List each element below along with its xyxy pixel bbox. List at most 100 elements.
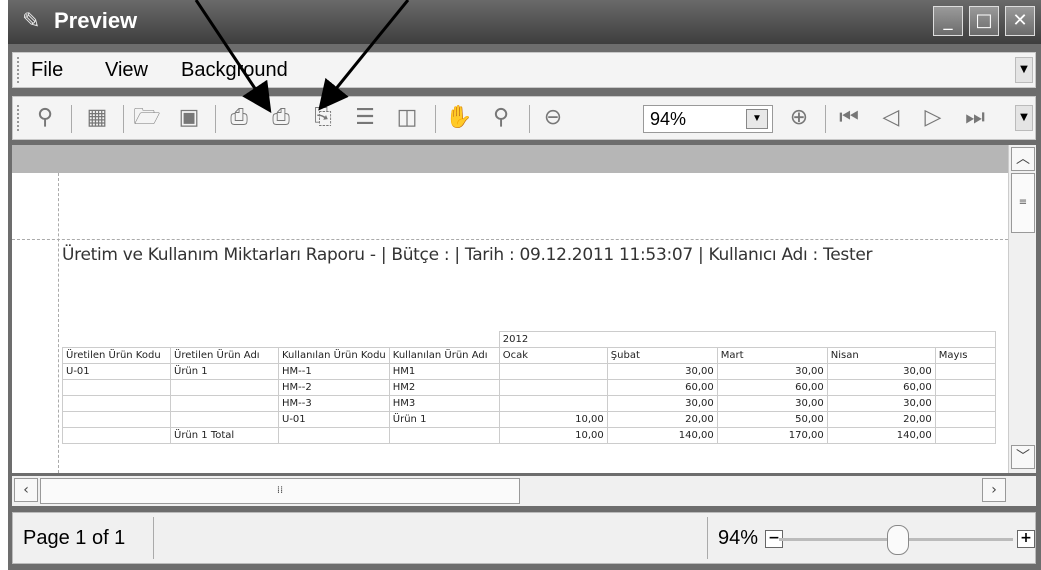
next-page-icon[interactable]: ▷: [917, 103, 949, 133]
scroll-down-icon[interactable]: ﹀: [1011, 445, 1035, 469]
cell: [62, 427, 171, 444]
save-icon[interactable]: ▣: [173, 103, 205, 133]
cell: [934, 427, 996, 444]
cell: HM--3: [278, 395, 390, 412]
menu-background[interactable]: Background: [181, 59, 288, 82]
menu-bar: File View Background ▼: [12, 52, 1036, 88]
maximize-button[interactable]: □: [969, 6, 999, 36]
minimize-button[interactable]: _: [933, 6, 963, 36]
scroll-left-icon[interactable]: ‹: [14, 478, 38, 502]
cell: HM1: [388, 363, 500, 380]
menu-view[interactable]: View: [105, 59, 148, 82]
cell: [934, 411, 996, 428]
chevron-down-icon[interactable]: ▼: [746, 109, 768, 129]
cell: [498, 363, 608, 380]
table-row: HM--2 HM2 60,00 60,00 60,00: [62, 379, 996, 396]
zoom-out-icon[interactable]: ⊖: [537, 103, 569, 133]
cell: [278, 427, 390, 444]
cell: [498, 379, 608, 396]
toolbar: ⚲ ▦ 🗁 ▣ ⎙ ⎙ ⎘ ☰ ◫ ✋ ⚲ ⊖ 94% ▼ ⊕ ⏮ ◁ ▷ ⏭ …: [12, 96, 1036, 140]
document-header-area: [12, 145, 1008, 173]
report-title: Üretim ve Kullanım Miktarları Raporu - |…: [62, 245, 873, 265]
scale-icon[interactable]: ◫: [391, 103, 423, 133]
vertical-scrollbar[interactable]: ︿ ≡ ﹀: [1008, 145, 1036, 473]
cell: HM--2: [278, 379, 390, 396]
table-total-row: Ürün 1 Total 10,00 140,00 170,00 140,00: [62, 427, 996, 444]
cell: [62, 395, 171, 412]
table-header: Nisan: [826, 347, 936, 364]
first-page-icon[interactable]: ⏮: [833, 103, 865, 133]
cell: [388, 427, 500, 444]
cell: 30,00: [716, 363, 828, 380]
cell: U-01: [62, 363, 171, 380]
year-header: 2012: [498, 331, 996, 348]
scroll-up-icon[interactable]: ︿: [1011, 147, 1035, 171]
cell: [934, 395, 996, 412]
cell: 10,00: [498, 411, 608, 428]
cell: U-01: [278, 411, 390, 428]
cell: HM2: [388, 379, 500, 396]
close-button[interactable]: ✕: [1005, 6, 1035, 36]
window-title: Preview: [54, 8, 138, 33]
cell: 30,00: [606, 395, 718, 412]
cell: Ürün 1 Total: [170, 427, 279, 444]
menu-file[interactable]: File: [31, 59, 63, 82]
page-setup-icon[interactable]: ⎘: [307, 103, 339, 133]
table-header: Üretilen Ürün Kodu: [62, 347, 171, 364]
page-margin-horizontal: [12, 239, 1008, 240]
cell: Ürün 1: [388, 411, 500, 428]
cell: 30,00: [606, 363, 718, 380]
zoom-in-icon[interactable]: ⊕: [783, 103, 815, 133]
table-header: Mayıs: [934, 347, 996, 364]
toolbar-overflow-button[interactable]: ▼: [1015, 105, 1033, 131]
toolbar-grip[interactable]: [17, 105, 21, 131]
cell: 60,00: [606, 379, 718, 396]
cell: [934, 379, 996, 396]
margins-icon[interactable]: ☰: [349, 103, 381, 133]
cell: 30,00: [826, 363, 936, 380]
zoom-combobox[interactable]: 94% ▼: [643, 105, 773, 133]
cell: [170, 395, 279, 412]
cell: 20,00: [606, 411, 718, 428]
cell: 170,00: [716, 427, 828, 444]
horizontal-scrollbar[interactable]: ‹ ⁞⁞ ›: [12, 476, 1036, 506]
cell: [934, 363, 996, 380]
table-row: U-01 Ürün 1 10,00 20,00 50,00 20,00: [62, 411, 996, 428]
cell: 30,00: [716, 395, 828, 412]
status-bar: Page 1 of 1 94% − +: [12, 512, 1036, 564]
report-page[interactable]: Üretim ve Kullanım Miktarları Raporu - |…: [12, 173, 1008, 473]
hand-tool-icon[interactable]: ✋: [443, 103, 475, 133]
zoom-slider-knob[interactable]: [887, 525, 909, 555]
previous-page-icon[interactable]: ◁: [875, 103, 907, 133]
cell: 140,00: [606, 427, 718, 444]
horizontal-scroll-thumb[interactable]: ⁞⁞: [40, 478, 520, 504]
scroll-right-icon[interactable]: ›: [982, 478, 1006, 502]
year-row: 2012: [63, 331, 996, 348]
zoom-increase-button[interactable]: +: [1017, 530, 1035, 548]
vertical-scroll-thumb[interactable]: ≡: [1011, 173, 1035, 233]
preview-window: ✎ Preview _ □ ✕ File View Background ▼ ⚲…: [8, 0, 1041, 570]
find-icon[interactable]: ⚲: [29, 103, 61, 133]
table-header: Ocak: [498, 347, 608, 364]
page-indicator: Page 1 of 1: [23, 527, 126, 549]
cell: [62, 379, 171, 396]
last-page-icon[interactable]: ⏭: [959, 103, 991, 133]
cell: 10,00: [498, 427, 608, 444]
table-header-row: Üretilen Ürün Kodu Üretilen Ürün Adı Kul…: [62, 347, 996, 364]
menu-grip[interactable]: [17, 57, 21, 83]
app-icon: ✎: [22, 9, 41, 34]
menu-overflow-button[interactable]: ▼: [1015, 57, 1033, 83]
magnifier-icon[interactable]: ⚲: [485, 103, 517, 133]
cell: Ürün 1: [170, 363, 279, 380]
print-dialog-icon[interactable]: ⎙: [223, 103, 255, 133]
cell: 50,00: [716, 411, 828, 428]
page-margin-vertical: [58, 173, 59, 473]
open-icon[interactable]: 🗁: [131, 103, 163, 133]
table-row: HM--3 HM3 30,00 30,00 30,00: [62, 395, 996, 412]
cell: HM--1: [278, 363, 390, 380]
parameters-icon[interactable]: ▦: [81, 103, 113, 133]
quick-print-icon[interactable]: ⎙: [265, 103, 297, 133]
zoom-value: 94%: [650, 109, 687, 129]
table-header: Şubat: [606, 347, 718, 364]
cell: [170, 411, 279, 428]
